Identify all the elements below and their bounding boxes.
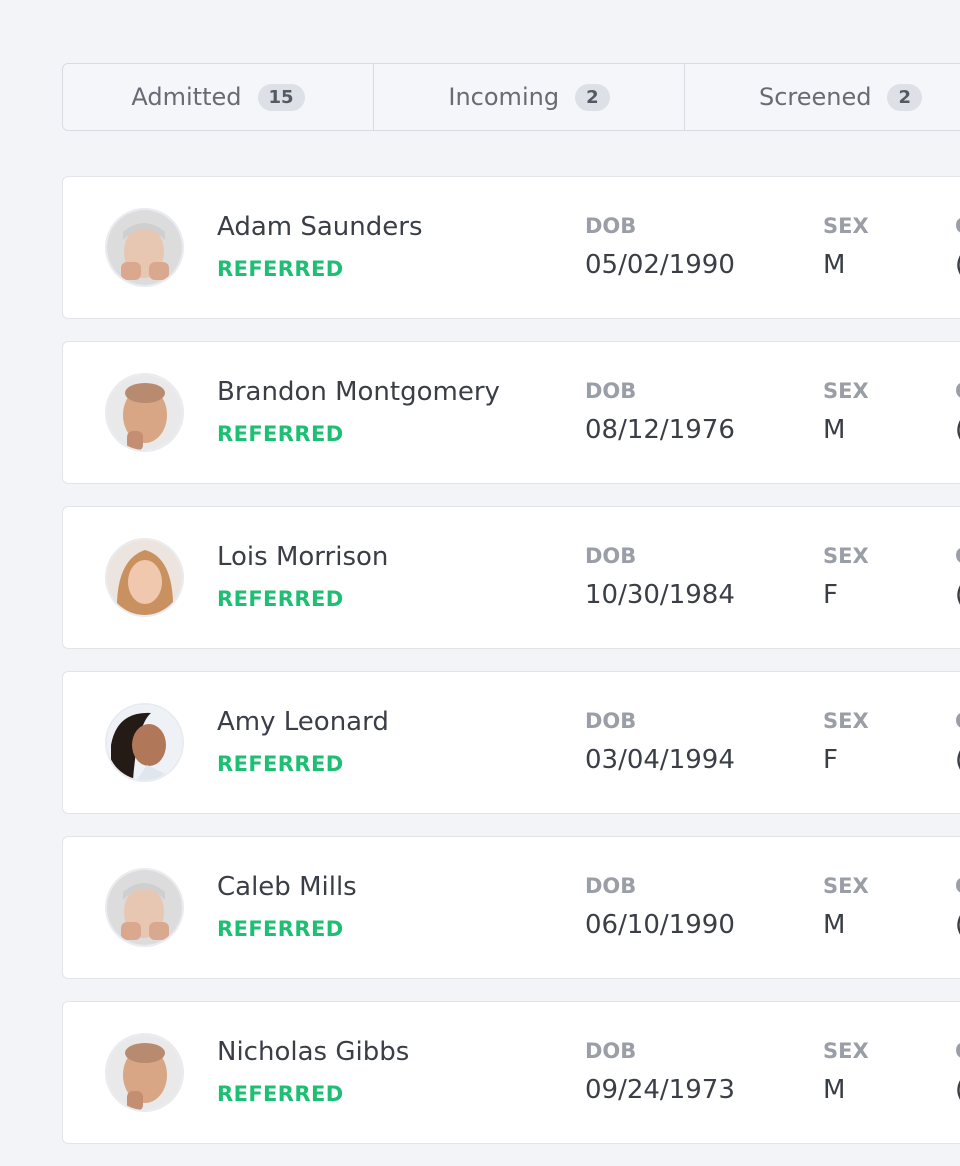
patient-card[interactable]: Caleb Mills REFERRED DOB 06/10/1990 SEX …	[62, 836, 960, 979]
third-field-label: C	[955, 709, 960, 733]
dob-label: DOB	[585, 874, 637, 898]
dob-value: 06/10/1990	[585, 910, 735, 940]
count-badge: 2	[887, 83, 923, 111]
count-badge: 2	[575, 83, 610, 111]
patient-card[interactable]: Lois Morrison REFERRED DOB 10/30/1984 SE…	[62, 506, 960, 649]
third-field-value: (	[955, 250, 960, 280]
third-field-value: (	[955, 580, 960, 610]
patient-status: REFERRED	[217, 1082, 344, 1106]
tab-label: Incoming	[448, 83, 560, 111]
tab-admitted[interactable]: Admitted 15	[63, 64, 374, 130]
dob-label: DOB	[585, 544, 637, 568]
third-field-value: (	[955, 910, 960, 940]
sex-value: F	[823, 745, 838, 775]
third-field-label: C	[955, 214, 960, 238]
dob-value: 03/04/1994	[585, 745, 735, 775]
sex-label: SEX	[823, 874, 869, 898]
patient-card[interactable]: Amy Leonard REFERRED DOB 03/04/1994 SEX …	[62, 671, 960, 814]
sex-label: SEX	[823, 379, 869, 403]
sex-label: SEX	[823, 214, 869, 238]
patient-avatar	[105, 538, 184, 617]
patient-status: REFERRED	[217, 587, 344, 611]
third-field-value: (	[955, 745, 960, 775]
sex-value: M	[823, 910, 846, 940]
patient-name: Adam Saunders	[217, 212, 423, 242]
sex-value: M	[823, 250, 846, 280]
third-field-label: C	[955, 379, 960, 403]
dob-value: 10/30/1984	[585, 580, 735, 610]
patient-avatar	[105, 208, 184, 287]
patient-status: REFERRED	[217, 752, 344, 776]
patient-avatar	[105, 703, 184, 782]
tab-screened[interactable]: Screened 2	[685, 64, 960, 130]
patient-status: REFERRED	[217, 422, 344, 446]
third-field-label: C	[955, 544, 960, 568]
tab-label: Screened	[758, 83, 872, 111]
sex-value: M	[823, 1075, 846, 1105]
sex-label: SEX	[823, 544, 869, 568]
dob-value: 08/12/1976	[585, 415, 735, 445]
count-badge: 15	[257, 83, 305, 111]
tab-incoming[interactable]: Incoming 2	[374, 64, 685, 130]
dob-value: 09/24/1973	[585, 1075, 735, 1105]
patient-name: Caleb Mills	[217, 872, 357, 902]
dob-value: 05/02/1990	[585, 250, 735, 280]
dob-label: DOB	[585, 214, 637, 238]
third-field-value: (	[955, 415, 960, 445]
third-field-label: C	[955, 1039, 960, 1063]
patient-status-tabs: Admitted 15 Incoming 2 Screened 2	[62, 63, 960, 131]
patient-avatar	[105, 1033, 184, 1112]
patient-card[interactable]: Brandon Montgomery REFERRED DOB 08/12/19…	[62, 341, 960, 484]
dob-label: DOB	[585, 1039, 637, 1063]
tab-label: Admitted	[131, 83, 242, 111]
third-field-value: (	[955, 1075, 960, 1105]
sex-label: SEX	[823, 709, 869, 733]
patient-status: REFERRED	[217, 917, 344, 941]
patient-avatar	[105, 868, 184, 947]
patient-card[interactable]: Adam Saunders REFERRED DOB 05/02/1990 SE…	[62, 176, 960, 319]
patient-status: REFERRED	[217, 257, 344, 281]
patient-avatar	[105, 373, 184, 452]
patient-list: Adam Saunders REFERRED DOB 05/02/1990 SE…	[62, 176, 960, 1166]
patient-name: Nicholas Gibbs	[217, 1037, 410, 1067]
third-field-label: C	[955, 874, 960, 898]
sex-label: SEX	[823, 1039, 869, 1063]
sex-value: M	[823, 415, 846, 445]
patient-card[interactable]: Nicholas Gibbs REFERRED DOB 09/24/1973 S…	[62, 1001, 960, 1144]
patient-name: Lois Morrison	[217, 542, 389, 572]
patient-name: Amy Leonard	[217, 707, 389, 737]
dob-label: DOB	[585, 379, 637, 403]
dob-label: DOB	[585, 709, 637, 733]
sex-value: F	[823, 580, 838, 610]
patient-name: Brandon Montgomery	[217, 377, 500, 407]
